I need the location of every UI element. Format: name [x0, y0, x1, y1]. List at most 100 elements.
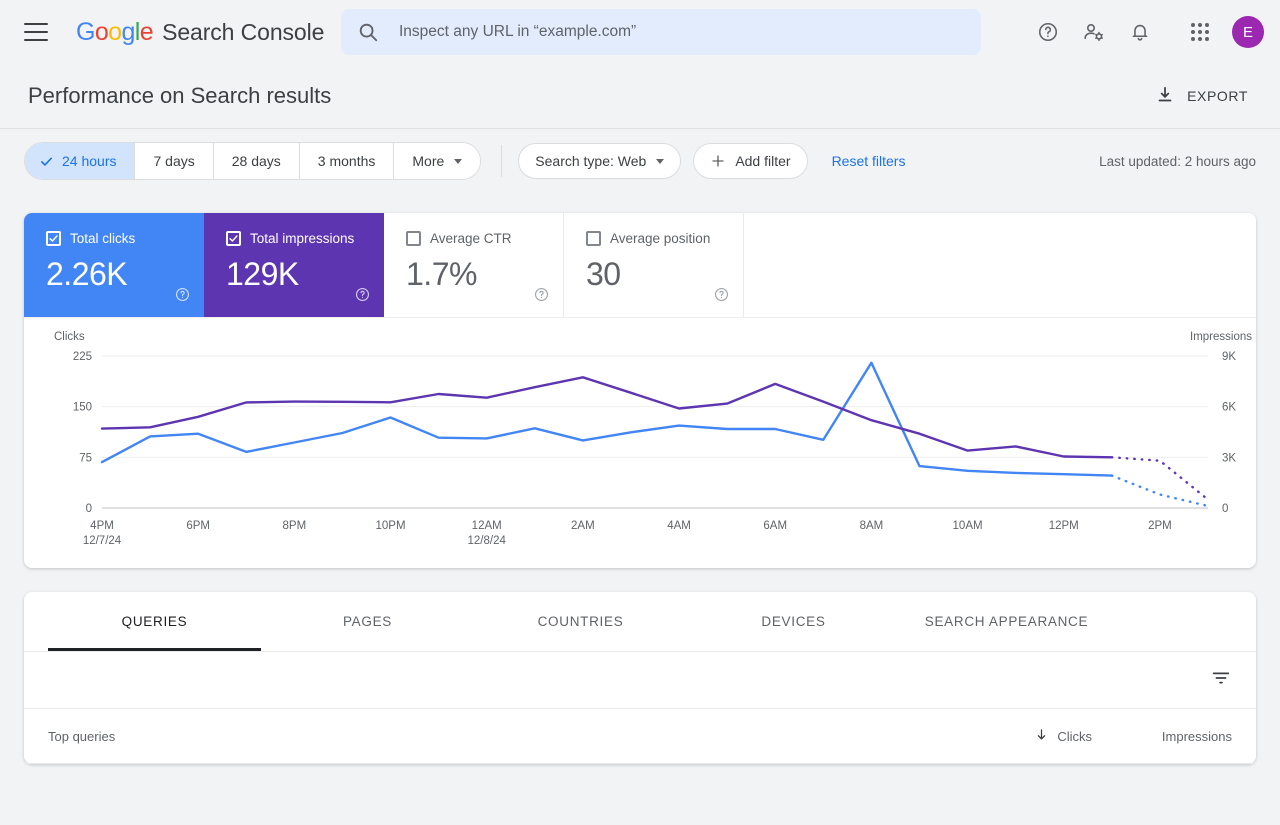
- account-settings-icon[interactable]: [1072, 10, 1116, 54]
- performance-card: Total clicks 2.26K Total impressions 129…: [24, 213, 1256, 568]
- svg-text:225: 225: [73, 351, 92, 363]
- column-header-clicks-label: Clicks: [1057, 728, 1092, 744]
- metric-card-total-impressions[interactable]: Total impressions 129K: [204, 213, 384, 317]
- chevron-down-icon: [656, 158, 665, 164]
- add-filter-button[interactable]: Add filter: [693, 143, 808, 179]
- export-label: EXPORT: [1187, 88, 1248, 104]
- vertical-divider: [501, 145, 503, 177]
- url-inspection-search-box[interactable]: [341, 9, 981, 55]
- checkbox-checked-icon[interactable]: [226, 231, 241, 246]
- top-app-bar: Google Search Console Inspect any URL in…: [0, 0, 1280, 64]
- help-icon[interactable]: [1026, 10, 1070, 54]
- tab-label: QUERIES: [121, 614, 188, 629]
- svg-text:6K: 6K: [1222, 402, 1236, 414]
- reset-filters-link[interactable]: Reset filters: [832, 153, 906, 169]
- checkbox-checked-icon[interactable]: [46, 231, 61, 246]
- logo-letter: g: [121, 17, 135, 46]
- svg-text:75: 75: [79, 452, 92, 464]
- tab-label: PAGES: [342, 614, 393, 629]
- svg-text:12/8/24: 12/8/24: [468, 535, 507, 547]
- metric-cards: Total clicks 2.26K Total impressions 129…: [24, 213, 1256, 318]
- tab-label: SEARCH APPEARANCE: [924, 614, 1089, 629]
- download-icon: [1155, 85, 1175, 108]
- metric-label: Average position: [610, 231, 711, 246]
- apps-grid-dots: [1191, 23, 1209, 41]
- hamburger-menu-icon[interactable]: [24, 23, 48, 41]
- date-range-7-days[interactable]: 7 days: [135, 143, 214, 179]
- notifications-bell-icon[interactable]: [1118, 10, 1162, 54]
- page-title-bar: Performance on Search results EXPORT: [0, 64, 1280, 128]
- metric-value: 129K: [226, 256, 299, 292]
- export-button[interactable]: EXPORT: [1147, 77, 1256, 116]
- svg-text:12/7/24: 12/7/24: [83, 535, 122, 547]
- metric-card-average-position[interactable]: Average position 30: [564, 213, 744, 317]
- metric-value: 2.26K: [46, 256, 128, 292]
- date-range-more[interactable]: More: [394, 143, 481, 179]
- performance-chart[interactable]: Clicks Impressions 0 0 75 3K 150 6K 225 9K 4PM 12/7…: [24, 318, 1256, 568]
- logo-letter: G: [76, 17, 95, 46]
- metric-value: 30: [586, 256, 621, 292]
- date-range-24-hours[interactable]: 24 hours: [25, 143, 136, 179]
- date-range-label: More: [412, 153, 445, 169]
- svg-text:12AM: 12AM: [472, 520, 502, 532]
- svg-text:10PM: 10PM: [375, 520, 405, 532]
- add-filter-label: Add filter: [735, 153, 791, 169]
- search-input[interactable]: [399, 23, 965, 41]
- date-range-28-days[interactable]: 28 days: [213, 143, 300, 179]
- search-type-label: Search type: Web: [535, 153, 647, 169]
- checkbox-unchecked-icon[interactable]: [406, 231, 421, 246]
- metric-header: Average position: [586, 231, 727, 246]
- svg-text:8PM: 8PM: [283, 520, 307, 532]
- table-filter-row: [24, 652, 1256, 709]
- column-header-clicks[interactable]: Clicks: [942, 727, 1092, 745]
- svg-text:12PM: 12PM: [1049, 520, 1079, 532]
- svg-text:8AM: 8AM: [860, 520, 884, 532]
- help-icon[interactable]: [534, 287, 549, 307]
- metric-header: Average CTR: [406, 231, 547, 246]
- last-updated-label: Last updated: 2 hours ago: [1099, 153, 1256, 169]
- logo-letter: o: [94, 17, 109, 46]
- tab-countries[interactable]: COUNTRIES: [474, 592, 687, 651]
- date-range-selector: 24 hours 7 days 28 days 3 months More: [24, 142, 482, 180]
- apps-grid-icon[interactable]: [1178, 10, 1222, 54]
- metric-card-total-clicks[interactable]: Total clicks 2.26K: [24, 213, 204, 317]
- tab-pages[interactable]: PAGES: [261, 592, 474, 651]
- help-icon[interactable]: [355, 287, 370, 307]
- column-header-impressions: Impressions: [1161, 728, 1232, 744]
- help-icon[interactable]: [175, 287, 190, 307]
- checkbox-unchecked-icon[interactable]: [586, 231, 601, 246]
- svg-text:0: 0: [86, 503, 92, 515]
- svg-text:6AM: 6AM: [763, 520, 787, 532]
- svg-text:2AM: 2AM: [571, 520, 595, 532]
- date-range-label: 28 days: [231, 153, 281, 169]
- dimension-tabs: QUERIES PAGES COUNTRIES DEVICES SEARCH A…: [24, 592, 1256, 652]
- tab-devices[interactable]: DEVICES: [687, 592, 900, 651]
- svg-text:4PM: 4PM: [90, 520, 114, 532]
- sort-descending-arrow-icon: [1034, 727, 1049, 745]
- svg-text:2PM: 2PM: [1148, 520, 1172, 532]
- tab-queries[interactable]: QUERIES: [48, 592, 261, 651]
- table-header-row: Top queries Clicks Impressions: [24, 709, 1256, 764]
- search-type-dropdown[interactable]: Search type: Web: [518, 143, 682, 179]
- filter-list-icon[interactable]: [1210, 667, 1232, 694]
- svg-text:Impressions: Impressions: [1190, 331, 1252, 343]
- chevron-down-icon: [454, 158, 463, 164]
- brand: Google Search Console: [76, 18, 324, 47]
- metric-label: Total clicks: [70, 231, 136, 246]
- metric-label: Total impressions: [250, 231, 355, 246]
- date-range-3-months[interactable]: 3 months: [299, 143, 395, 179]
- check-icon: [39, 154, 54, 169]
- svg-text:0: 0: [1222, 503, 1228, 515]
- help-icon[interactable]: [714, 287, 729, 307]
- svg-text:9K: 9K: [1222, 351, 1236, 363]
- top-bar-actions: E: [1026, 10, 1264, 54]
- product-title: Search Console: [162, 18, 325, 45]
- date-range-label: 3 months: [317, 153, 376, 169]
- metrics-empty-space: [744, 213, 1256, 317]
- google-logo: Google: [76, 17, 154, 47]
- metric-card-average-ctr[interactable]: Average CTR 1.7%: [384, 213, 564, 317]
- svg-text:6PM: 6PM: [186, 520, 210, 532]
- tab-search-appearance[interactable]: SEARCH APPEARANCE: [900, 592, 1113, 651]
- avatar[interactable]: E: [1232, 16, 1264, 48]
- tab-label: COUNTRIES: [537, 614, 624, 629]
